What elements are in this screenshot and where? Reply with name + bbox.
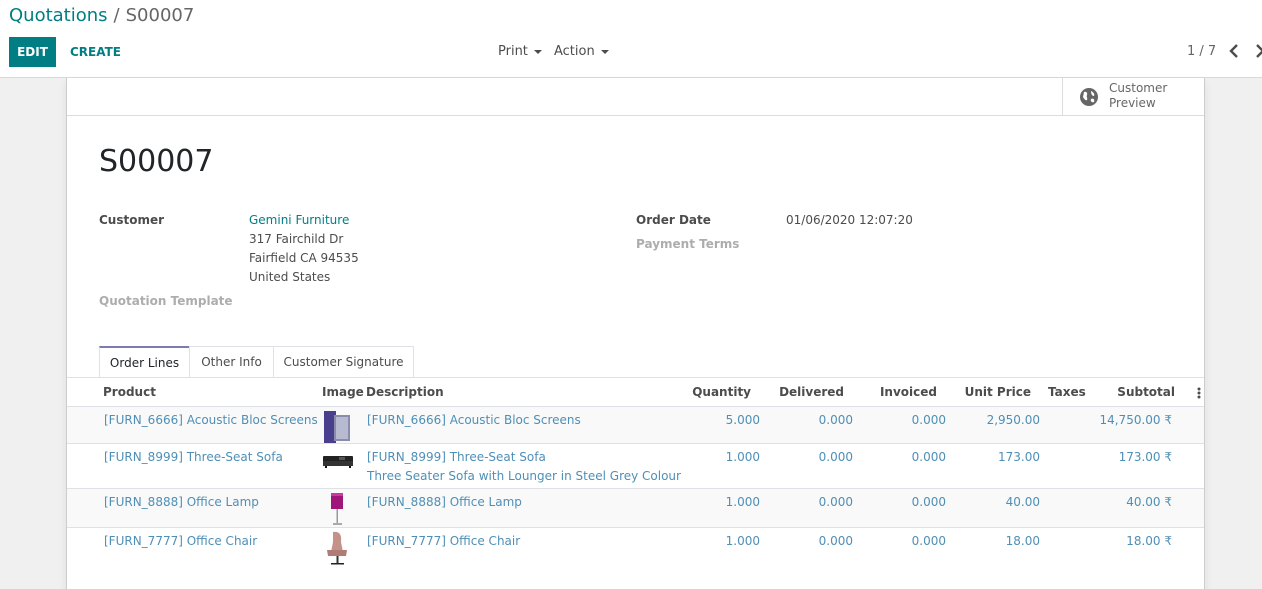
- breadcrumb-separator: /: [113, 5, 120, 26]
- order-date-label: Order Date: [636, 213, 711, 227]
- row-subtotal[interactable]: 173.00 ₹: [1119, 450, 1172, 464]
- table-row[interactable]: [FURN_8999] Three-Seat Sofa [FURN_8999] …: [67, 444, 1204, 489]
- row-product[interactable]: [FURN_7777] Office Chair: [104, 534, 257, 548]
- row-invoiced[interactable]: 0.000: [912, 450, 946, 464]
- row-product[interactable]: [FURN_6666] Acoustic Bloc Screens: [104, 413, 318, 427]
- row-product[interactable]: [FURN_8999] Three-Seat Sofa: [104, 450, 283, 464]
- form-sheet: Customer Preview S00007 Customer Gemini …: [66, 78, 1205, 589]
- row-invoiced[interactable]: 0.000: [912, 495, 946, 509]
- pager-value[interactable]: 1 / 7: [1187, 44, 1216, 59]
- globe-icon: [1080, 88, 1098, 106]
- edit-button[interactable]: EDIT: [9, 37, 56, 67]
- table-header-row: Product Image Description Quantity Deliv…: [67, 379, 1204, 407]
- control-panel: Quotations / S00007 EDIT CREATE Print Acti…: [0, 0, 1262, 78]
- action-menu-button[interactable]: Action: [554, 44, 609, 59]
- breadcrumb: Quotations / S00007: [9, 5, 194, 26]
- caret-down-icon: [600, 49, 609, 54]
- column-options-icon[interactable]: [1197, 387, 1201, 399]
- order-date-value: 01/06/2020 12:07:20: [786, 213, 913, 227]
- row-unit-price[interactable]: 40.00: [1006, 495, 1040, 509]
- order-name-title: S00007: [99, 144, 214, 179]
- header-product[interactable]: Product: [103, 385, 156, 399]
- lamp-image: [331, 493, 343, 525]
- table-row[interactable]: [FURN_6666] Acoustic Bloc Screens [FURN_…: [67, 407, 1204, 444]
- row-quantity[interactable]: 1.000: [726, 534, 760, 548]
- header-taxes[interactable]: Taxes: [1048, 385, 1086, 399]
- row-subtotal[interactable]: 40.00 ₹: [1126, 495, 1172, 509]
- create-button[interactable]: CREATE: [62, 37, 129, 67]
- customer-address-line3: United States: [249, 270, 331, 284]
- breadcrumb-current: S00007: [125, 5, 195, 26]
- row-quantity[interactable]: 1.000: [726, 450, 760, 464]
- header-invoiced[interactable]: Invoiced: [880, 385, 937, 399]
- row-description[interactable]: [FURN_8999] Three-Seat Sofa: [367, 450, 546, 464]
- row-invoiced[interactable]: 0.000: [912, 534, 946, 548]
- chair-image: [327, 531, 347, 565]
- breadcrumb-quotations-link[interactable]: Quotations: [9, 5, 108, 26]
- row-description[interactable]: [FURN_8888] Office Lamp: [367, 495, 522, 509]
- row-quantity[interactable]: 1.000: [726, 495, 760, 509]
- header-delivered[interactable]: Delivered: [779, 385, 844, 399]
- row-delivered[interactable]: 0.000: [819, 495, 853, 509]
- quotation-template-label: Quotation Template: [99, 294, 233, 308]
- row-product[interactable]: [FURN_8888] Office Lamp: [104, 495, 259, 509]
- header-unit-price[interactable]: Unit Price: [965, 385, 1031, 399]
- table-row[interactable]: [FURN_8888] Office Lamp [FURN_8888] Offi…: [67, 489, 1204, 528]
- customer-preview-button[interactable]: Customer Preview: [1062, 78, 1204, 116]
- tab-order-lines[interactable]: Order Lines: [99, 346, 190, 378]
- customer-preview-label: Customer Preview: [1109, 81, 1168, 110]
- header-image[interactable]: Image: [322, 385, 364, 399]
- chevron-right-icon[interactable]: [1253, 43, 1262, 59]
- action-menu-label: Action: [554, 44, 595, 59]
- row-delivered[interactable]: 0.000: [819, 413, 853, 427]
- button-box: Customer Preview: [67, 78, 1204, 116]
- tab-other-info[interactable]: Other Info: [189, 346, 274, 378]
- tab-customer-signature[interactable]: Customer Signature: [273, 346, 414, 378]
- row-unit-price[interactable]: 18.00: [1006, 534, 1040, 548]
- row-description-note[interactable]: Three Seater Sofa with Lounger in Steel …: [367, 469, 681, 483]
- row-subtotal[interactable]: 18.00 ₹: [1126, 534, 1172, 548]
- row-invoiced[interactable]: 0.000: [912, 413, 946, 427]
- customer-label: Customer: [99, 213, 165, 227]
- row-description[interactable]: [FURN_6666] Acoustic Bloc Screens: [367, 413, 581, 427]
- payment-terms-label: Payment Terms: [636, 237, 740, 251]
- row-unit-price[interactable]: 173.00: [998, 450, 1040, 464]
- row-quantity[interactable]: 5.000: [726, 413, 760, 427]
- row-delivered[interactable]: 0.000: [819, 534, 853, 548]
- print-menu-label: Print: [498, 44, 528, 59]
- row-unit-price[interactable]: 2,950.00: [987, 413, 1040, 427]
- screens-image: [324, 411, 350, 443]
- header-quantity[interactable]: Quantity: [692, 385, 751, 399]
- sofa-image: [323, 456, 353, 468]
- table-row[interactable]: [FURN_7777] Office Chair [FURN_7777] Off…: [67, 528, 1204, 573]
- print-menu-button[interactable]: Print: [498, 44, 542, 59]
- header-subtotal[interactable]: Subtotal: [1117, 385, 1175, 399]
- caret-down-icon: [533, 49, 542, 54]
- row-description[interactable]: [FURN_7777] Office Chair: [367, 534, 520, 548]
- row-delivered[interactable]: 0.000: [819, 450, 853, 464]
- header-description[interactable]: Description: [366, 385, 444, 399]
- tab-divider: [67, 377, 1204, 378]
- customer-name-link[interactable]: Gemini Furniture: [249, 213, 349, 227]
- customer-address-line1: 317 Fairchild Dr: [249, 232, 344, 246]
- customer-address-line2: Fairfield CA 94535: [249, 251, 359, 265]
- row-subtotal[interactable]: 14,750.00 ₹: [1099, 413, 1172, 427]
- chevron-left-icon[interactable]: [1227, 43, 1241, 59]
